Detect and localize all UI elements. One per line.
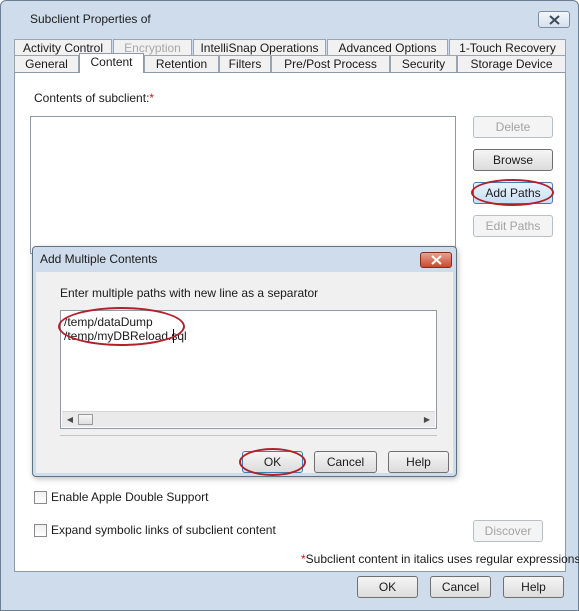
window-close-button[interactable] xyxy=(538,11,570,28)
tab-pre-post-process[interactable]: Pre/Post Process xyxy=(271,55,390,72)
close-icon xyxy=(430,255,442,265)
dialog-title: Add Multiple Contents xyxy=(40,252,158,266)
paths-textarea[interactable]: /temp/dataDump /temp/myDBReload.sql ◀ ▶ xyxy=(60,310,437,429)
tab-storage-device[interactable]: Storage Device xyxy=(457,55,566,72)
dialog-ok-button[interactable]: OK xyxy=(242,451,303,473)
dialog-close-button[interactable] xyxy=(420,252,452,268)
path-line: /temp/dataDump xyxy=(64,315,153,329)
text-cursor xyxy=(173,329,174,343)
contents-label: Contents of subclient:* xyxy=(34,91,155,105)
required-mark: * xyxy=(149,91,155,105)
symbolic-links-checkbox[interactable] xyxy=(34,524,47,537)
dialog-cancel-button[interactable]: Cancel xyxy=(314,451,377,473)
subclient-contents-list[interactable] xyxy=(30,116,456,254)
tab-filters[interactable]: Filters xyxy=(219,55,271,72)
footer-ok-button[interactable]: OK xyxy=(357,576,418,598)
apple-double-label: Enable Apple Double Support xyxy=(51,490,209,504)
title-bar[interactable]: Subclient Properties of xyxy=(1,1,578,37)
tab-general[interactable]: General xyxy=(14,55,79,72)
dialog-instruction: Enter multiple paths with new line as a … xyxy=(60,286,319,300)
apple-double-checkbox[interactable] xyxy=(34,491,47,504)
scroll-right-icon[interactable]: ▶ xyxy=(419,412,435,427)
italic-note: *Subclient content in italics uses regul… xyxy=(301,552,579,566)
discover-button[interactable]: Discover xyxy=(473,520,543,542)
tab-security[interactable]: Security xyxy=(390,55,457,72)
footer-cancel-button[interactable]: Cancel xyxy=(430,576,491,598)
tab-content[interactable]: Content xyxy=(79,53,144,73)
tab-intellisnap-operations[interactable]: IntelliSnap Operations xyxy=(193,39,326,56)
dialog-separator xyxy=(60,435,437,436)
tab-1-touch-recovery[interactable]: 1-Touch Recovery xyxy=(449,39,566,56)
path-line: /temp/myDBReload.sql xyxy=(64,329,187,343)
footer-help-button[interactable]: Help xyxy=(503,576,564,598)
add-multiple-contents-dialog: Add Multiple Contents Enter multiple pat… xyxy=(32,246,457,477)
scrollbar-thumb[interactable] xyxy=(78,414,93,425)
browse-button[interactable]: Browse xyxy=(473,149,553,171)
dialog-body: Enter multiple paths with new line as a … xyxy=(36,272,453,476)
horizontal-scrollbar[interactable]: ◀ ▶ xyxy=(62,411,435,427)
close-icon xyxy=(548,14,560,25)
add-paths-button[interactable]: Add Paths xyxy=(473,182,553,204)
tab-retention[interactable]: Retention xyxy=(144,55,219,72)
subclient-properties-window: Subclient Properties of Activity Control… xyxy=(0,0,579,611)
delete-button[interactable]: Delete xyxy=(473,116,553,138)
window-title: Subclient Properties of xyxy=(30,12,151,26)
edit-paths-button[interactable]: Edit Paths xyxy=(473,215,553,237)
tab-advanced-options[interactable]: Advanced Options xyxy=(327,39,448,56)
dialog-help-button[interactable]: Help xyxy=(388,451,449,473)
scroll-left-icon[interactable]: ◀ xyxy=(62,412,78,427)
symbolic-links-label: Expand symbolic links of subclient conte… xyxy=(51,523,276,537)
